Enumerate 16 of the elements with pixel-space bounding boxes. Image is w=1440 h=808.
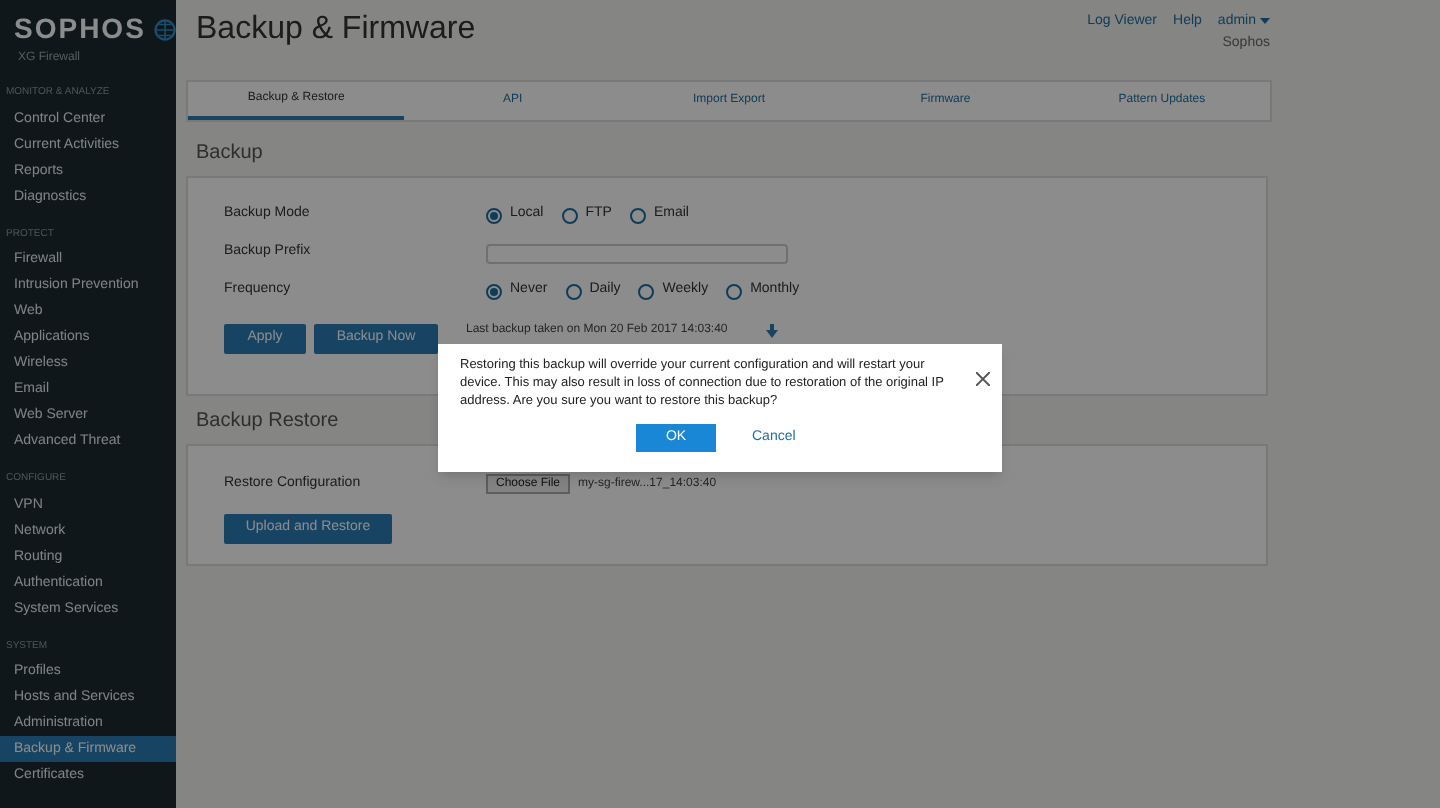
globe-icon [153,15,176,43]
radio-button[interactable] [726,283,743,299]
radio-button[interactable] [561,207,578,223]
radio-button[interactable] [638,283,655,299]
radio-button[interactable] [486,283,502,299]
page-title: Backup & Firmware [194,10,476,50]
caret-icon [1260,18,1270,27]
close-icon[interactable] [976,372,990,386]
logo: SOPHOS [14,10,146,48]
radio-button[interactable] [565,283,582,299]
radio-button[interactable] [629,207,646,223]
section-title: Backup [194,140,263,168]
download-icon[interactable] [763,324,780,340]
section-title: Backup Restore [194,408,339,436]
radio-button[interactable] [486,207,502,223]
input-field[interactable] [486,243,788,263]
